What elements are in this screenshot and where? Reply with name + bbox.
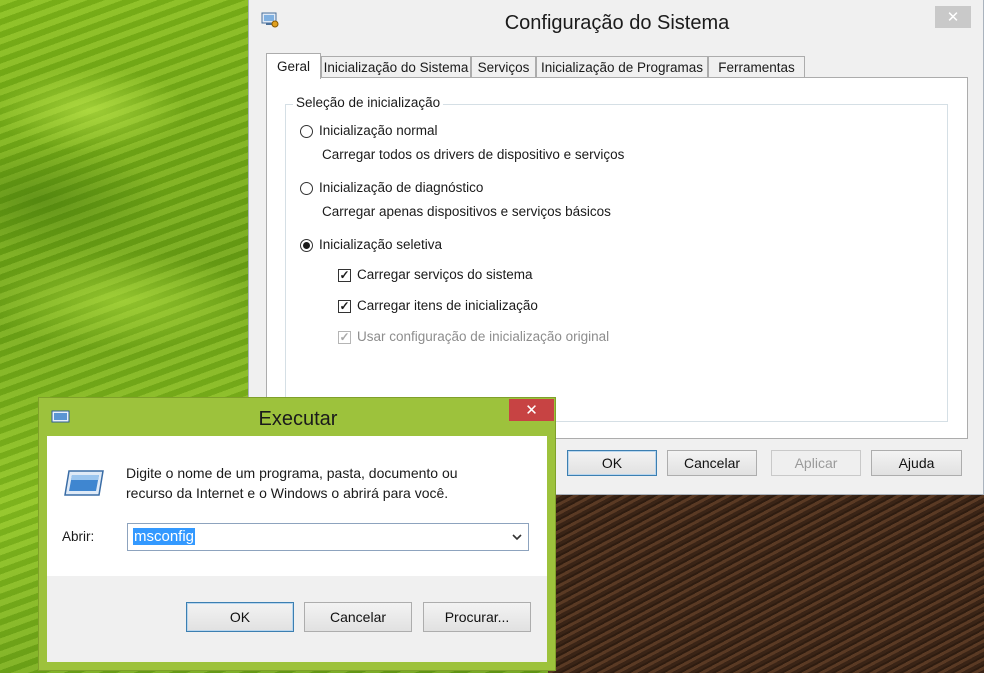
tab-panel-geral: Seleção de inicialização Inicialização n… [266, 77, 968, 439]
run-large-icon [63, 468, 105, 498]
diagnostic-startup-label[interactable]: Inicialização de diagnóstico [319, 180, 483, 195]
use-original-boot-config-label: Usar configuração de inicialização origi… [357, 329, 610, 344]
close-button[interactable]: ✕ [935, 6, 971, 28]
run-dialog: Executar ✕ Digite o nome de um programa,… [38, 397, 556, 671]
radio-diagnostic-startup[interactable] [300, 182, 313, 195]
load-startup-items-label[interactable]: Carregar itens de inicialização [357, 298, 538, 313]
open-input-value: msconfig [133, 528, 196, 545]
load-system-services-label[interactable]: Carregar serviços do sistema [357, 267, 533, 282]
run-ok-button[interactable]: OK [186, 602, 294, 632]
tab-servicos[interactable]: Serviços [471, 56, 536, 78]
open-label: Abrir: [62, 529, 95, 544]
close-icon: ✕ [946, 9, 960, 26]
tab-inicializacao-programas[interactable]: Inicialização de Programas [536, 56, 708, 78]
checkbox-use-original-boot-config: ✓ [338, 330, 351, 344]
tab-ferramentas[interactable]: Ferramentas [708, 56, 805, 78]
chevron-down-icon[interactable] [511, 527, 523, 550]
msconfig-app-icon [261, 12, 279, 28]
ok-button[interactable]: OK [567, 450, 657, 476]
run-title: Executar [258, 408, 338, 430]
run-cancel-button[interactable]: Cancelar [304, 602, 412, 632]
window-title: Configuração do Sistema [504, 12, 730, 34]
normal-startup-label[interactable]: Inicialização normal [319, 123, 438, 138]
cancel-button[interactable]: Cancelar [667, 450, 757, 476]
help-button[interactable]: Ajuda [871, 450, 962, 476]
radio-normal-startup[interactable] [300, 125, 313, 138]
run-close-button[interactable]: ✕ [509, 399, 554, 421]
diagnostic-startup-description: Carregar apenas dispositivos e serviços … [322, 204, 611, 219]
run-client-area: Digite o nome de um programa, pasta, doc… [47, 436, 547, 662]
run-app-icon [51, 410, 71, 424]
open-input[interactable]: msconfig [127, 523, 529, 551]
normal-startup-description: Carregar todos os drivers de dispositivo… [322, 147, 625, 162]
group-label: Seleção de inicialização [293, 95, 444, 110]
checkbox-load-startup-items[interactable]: ✓ [338, 300, 351, 313]
tab-geral[interactable]: Geral [266, 53, 321, 79]
checkbox-load-system-services[interactable]: ✓ [338, 269, 351, 282]
close-icon: ✕ [525, 402, 538, 419]
plowed-field [548, 490, 984, 673]
run-content-area [47, 436, 547, 576]
tab-inicializacao-sistema[interactable]: Inicialização do Sistema [321, 56, 471, 78]
run-description: Digite o nome de um programa, pasta, doc… [126, 465, 458, 501]
apply-button[interactable]: Aplicar [771, 450, 861, 476]
radio-selective-startup[interactable] [300, 239, 313, 252]
selective-startup-label[interactable]: Inicialização seletiva [319, 237, 442, 252]
run-browse-button[interactable]: Procurar... [423, 602, 531, 632]
